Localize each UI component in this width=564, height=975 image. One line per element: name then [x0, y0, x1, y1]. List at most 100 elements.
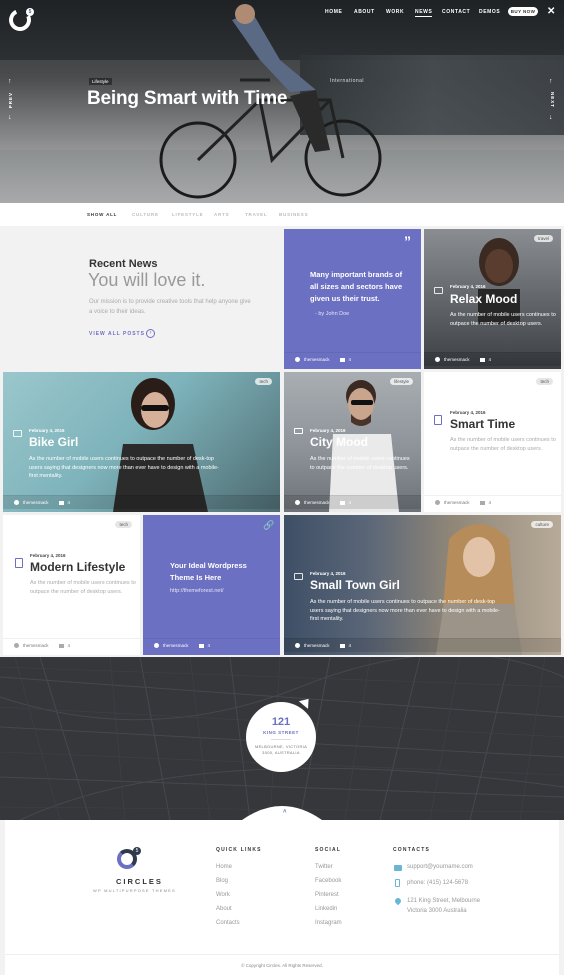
- post-card-smart-time[interactable]: tech February 4, 2016 Smart Time As the …: [424, 372, 561, 512]
- footer-link-contacts[interactable]: Contacts: [216, 920, 240, 926]
- nav-home[interactable]: HOME: [325, 9, 342, 17]
- prev-slide-label[interactable]: PREV: [8, 92, 13, 108]
- nav-demos[interactable]: DEMOS: [479, 9, 500, 17]
- link-url[interactable]: http://themeforest.net/: [170, 588, 224, 594]
- blonde-woman-portrait: [436, 524, 522, 655]
- marker-address-2: 3000, AUSTRALIA: [262, 750, 300, 755]
- card-author[interactable]: themesmack: [23, 500, 49, 505]
- comment-icon: [339, 500, 345, 505]
- user-icon: [435, 500, 440, 505]
- filter-culture[interactable]: CULTURE: [132, 212, 159, 217]
- location-map[interactable]: 121 KING STREET MELBOURNE, VICTORIA 3000…: [0, 657, 564, 820]
- comment-count[interactable]: 4: [349, 500, 352, 505]
- quote-card[interactable]: ” Many important brands of all sizes and…: [284, 229, 421, 369]
- quote-icon: ”: [404, 233, 411, 249]
- view-all-posts-link[interactable]: VIEW ALL POSTS: [89, 331, 145, 337]
- category-badge[interactable]: culture: [531, 521, 553, 528]
- social-link-instagram[interactable]: Instagram: [315, 920, 342, 926]
- footer-link-work[interactable]: Work: [216, 892, 230, 898]
- category-badge[interactable]: tech: [536, 378, 553, 385]
- filter-business[interactable]: BUSINESS: [279, 212, 308, 217]
- comment-count[interactable]: 4: [208, 643, 211, 648]
- hero-category-tag[interactable]: Lifestyle: [89, 78, 112, 85]
- footer-link-home[interactable]: Home: [216, 864, 232, 870]
- post-title[interactable]: Smart Time: [450, 417, 515, 431]
- user-icon: [154, 643, 159, 648]
- card-author[interactable]: themesmack: [304, 357, 330, 362]
- post-excerpt: As the number of mobile users continues …: [450, 437, 556, 452]
- buy-now-button[interactable]: BUY NOW: [508, 7, 538, 16]
- card-author[interactable]: themesmack: [23, 643, 49, 648]
- user-icon: [295, 643, 300, 648]
- category-badge[interactable]: tech: [115, 521, 132, 528]
- card-author[interactable]: themesmack: [304, 643, 330, 648]
- post-card-bike-girl[interactable]: tech February 4, 2016 Bike Girl As the n…: [3, 372, 280, 512]
- marker-street: KING STREET: [263, 730, 299, 735]
- user-icon: [295, 357, 300, 362]
- card-footer: themesmack 4: [284, 638, 561, 652]
- chevron-up-icon[interactable]: ˄: [283, 809, 287, 815]
- comment-count[interactable]: 4: [68, 500, 71, 505]
- comment-count[interactable]: 4: [349, 643, 352, 648]
- footer-brand: CIRCLES: [116, 877, 163, 886]
- post-card-modern-lifestyle[interactable]: tech February 4, 2016 Modern Lifestyle A…: [3, 515, 140, 655]
- post-title[interactable]: Small Town Girl: [310, 578, 400, 592]
- link-title[interactable]: Your Ideal Wordpress Theme Is Here: [170, 560, 265, 584]
- card-footer: themesmack 4: [284, 495, 421, 509]
- post-card-city-mood[interactable]: lifestyle February 4, 2016 City Mood As …: [284, 372, 421, 512]
- nav-news[interactable]: NEWS: [415, 9, 433, 17]
- location-pin-icon: [393, 896, 403, 906]
- filter-lifestyle[interactable]: LIFESTYLE: [172, 212, 203, 217]
- comment-count[interactable]: 4: [489, 357, 492, 362]
- social-link-twitter[interactable]: Twitter: [315, 864, 333, 870]
- email-icon: [394, 865, 402, 871]
- footer-link-blog[interactable]: Blog: [216, 878, 228, 884]
- nav-about[interactable]: ABOUT: [354, 9, 375, 17]
- post-card-relax-mood[interactable]: travel February 4, 2016 Relax Mood As th…: [424, 229, 561, 369]
- marker-number: 121: [271, 716, 291, 728]
- link-card[interactable]: 🔗 Your Ideal Wordpress Theme Is Here htt…: [143, 515, 280, 655]
- card-author[interactable]: themesmack: [304, 500, 330, 505]
- post-card-small-town-girl[interactable]: culture February 4, 2016 Small Town Girl…: [284, 515, 561, 655]
- nav-work[interactable]: WORK: [386, 9, 404, 17]
- category-badge[interactable]: travel: [533, 235, 553, 242]
- comment-count[interactable]: 4: [489, 500, 492, 505]
- nav-contact[interactable]: CONTACT: [442, 9, 470, 17]
- category-badge[interactable]: lifestyle: [389, 378, 413, 385]
- filter-travel[interactable]: TRAVEL: [245, 212, 267, 217]
- contact-phone[interactable]: phone: (415) 124-5678: [407, 880, 468, 886]
- card-footer: themesmack 4: [3, 495, 280, 509]
- quote-author: - by John Doe: [315, 311, 350, 317]
- arrow-right-icon[interactable]: ›: [146, 329, 155, 338]
- comment-icon: [198, 643, 204, 648]
- social-link-pinterest[interactable]: Pinterest: [315, 892, 339, 898]
- site-footer: 5 CIRCLES WP MULTIPURPOSE THEMES QUICK L…: [5, 820, 559, 954]
- next-arrow-icon[interactable]: ↑: [549, 78, 553, 85]
- prev-arrow-icon[interactable]: ↑: [8, 78, 12, 85]
- marker-divider: [271, 739, 291, 740]
- post-title[interactable]: Bike Girl: [29, 435, 78, 449]
- comment-icon: [339, 357, 345, 362]
- intro-heading: Recent News: [89, 258, 158, 270]
- hero-title[interactable]: Being Smart with Time: [87, 88, 287, 110]
- next-slide-label[interactable]: NEXT: [550, 92, 555, 108]
- post-title[interactable]: Modern Lifestyle: [30, 560, 125, 574]
- contact-email[interactable]: support@yourname.com: [407, 864, 473, 870]
- comment-count[interactable]: 4: [68, 643, 71, 648]
- post-title[interactable]: Relax Mood: [450, 292, 517, 306]
- user-icon: [14, 643, 19, 648]
- card-author[interactable]: themesmack: [444, 500, 470, 505]
- close-icon[interactable]: ✕: [547, 6, 555, 17]
- card-author[interactable]: themesmack: [163, 643, 189, 648]
- social-link-facebook[interactable]: Facebook: [315, 878, 341, 884]
- girl-portrait: [113, 378, 208, 512]
- post-title[interactable]: City Mood: [310, 435, 368, 449]
- category-badge[interactable]: tech: [255, 378, 272, 385]
- comment-count[interactable]: 4: [349, 357, 352, 362]
- address-marker[interactable]: 121 KING STREET MELBOURNE, VICTORIA 3000…: [246, 702, 316, 772]
- footer-link-about[interactable]: About: [216, 906, 232, 912]
- filter-arts[interactable]: ARTS: [214, 212, 229, 217]
- social-link-linkedin[interactable]: Linkedin: [315, 906, 337, 912]
- filter-show-all[interactable]: SHOW ALL: [87, 212, 117, 217]
- card-author[interactable]: themesmack: [444, 357, 470, 362]
